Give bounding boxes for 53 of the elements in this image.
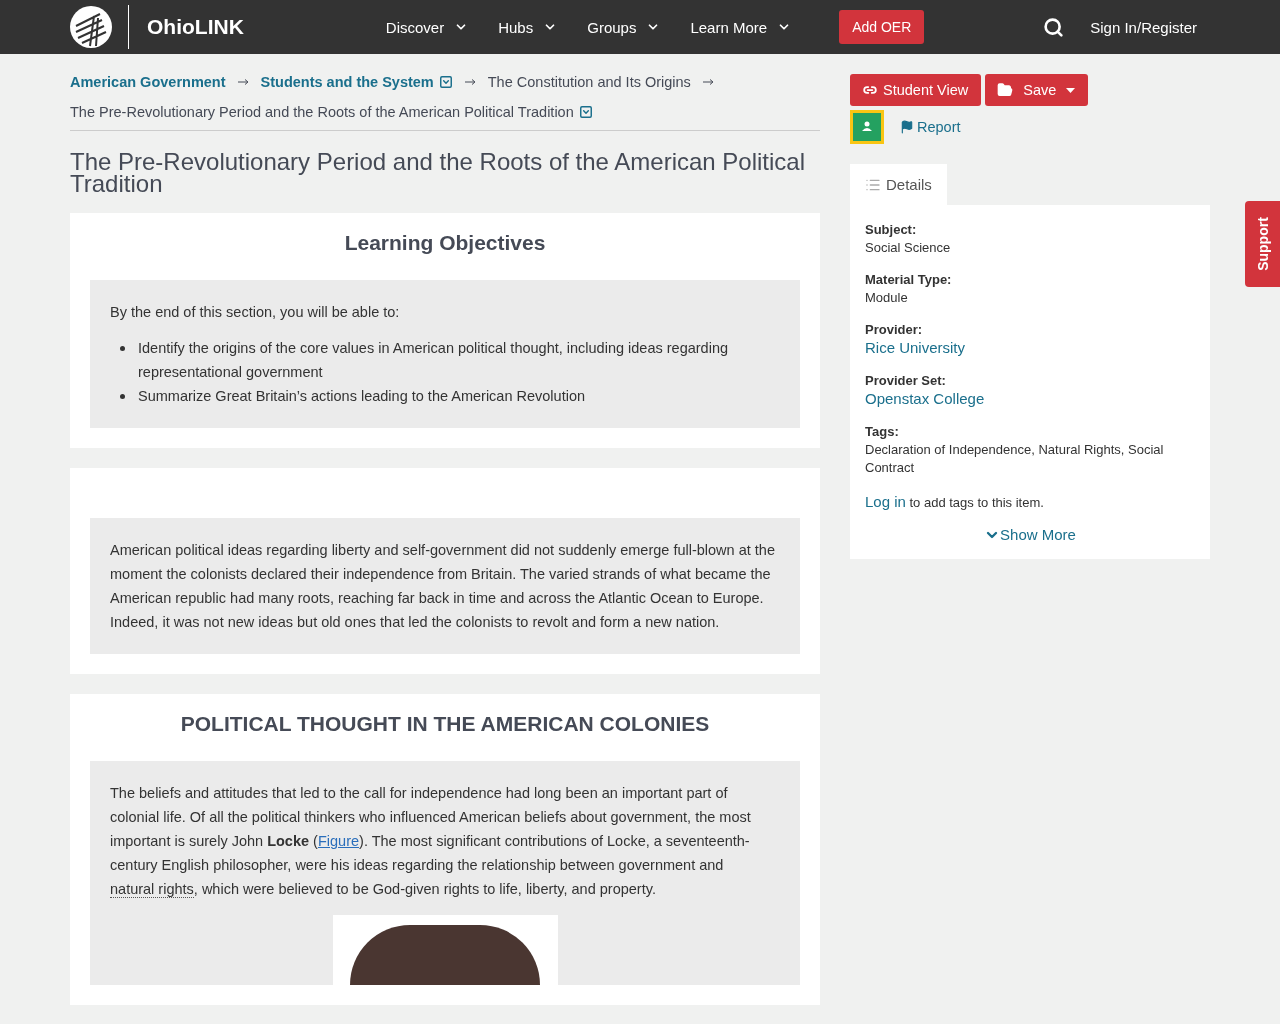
intro-text: By the end of this section, you will be able to: xyxy=(110,303,401,322)
bullet-icon xyxy=(120,346,125,351)
brand-name[interactable]: OhioLINK xyxy=(128,5,244,49)
login-link[interactable]: Log in xyxy=(865,493,906,510)
folder-icon xyxy=(997,82,1014,98)
field-link[interactable]: Openstax College xyxy=(865,390,985,407)
bullet-icon xyxy=(120,394,125,399)
breadcrumb-link[interactable]: American Government xyxy=(70,74,226,90)
student-view-button[interactable]: Student View xyxy=(850,74,982,106)
dropdown-icon[interactable] xyxy=(438,75,453,89)
sign-in-link[interactable]: Sign In/Register xyxy=(1090,18,1197,36)
save-button[interactable]: Save xyxy=(985,74,1089,106)
field-label: Provider Set: xyxy=(865,372,947,390)
field-link[interactable]: Rice University xyxy=(865,339,966,356)
breadcrumb-current[interactable]: The Pre-Revolutionary Period and the Roots of the American Political Tradition xyxy=(70,104,593,120)
show-more-link[interactable]: Show More xyxy=(865,526,1195,543)
add-oer-button[interactable]: Add OER xyxy=(839,10,925,44)
field-value: Declaration of Independence, Natural Rights, Social Contract xyxy=(865,441,1165,477)
nav-menu-item[interactable]: Learn More xyxy=(690,18,792,36)
classroom-icon[interactable] xyxy=(850,110,884,144)
paragraph: American political ideas regarding liberty and self-government did not suddenly emerge full-blown at the moment the colonists declared their independence from Britain. The varied strands of what became the American republic had many roots, reaching far back in time and across the Atlantic Ocean to Europe. Indeed, it was not new ideas but old ones that led the colonists to revolt and form a new nation. xyxy=(110,541,776,632)
flag-icon xyxy=(900,120,914,134)
support-tab[interactable]: Support xyxy=(1245,201,1280,287)
search-button[interactable] xyxy=(1043,16,1065,38)
breadcrumb-link[interactable]: Students and the System xyxy=(260,74,453,90)
details-tab[interactable]: Details xyxy=(850,164,947,205)
login-hint: to add tags to this item. xyxy=(909,495,1044,510)
card-heading: Learning Objectives xyxy=(343,231,547,255)
dropdown-icon[interactable] xyxy=(578,105,593,119)
arrow-icon xyxy=(702,79,714,85)
objective-item: Summarize Great Britain’s actions leading to the American Revolution xyxy=(138,387,586,406)
field-value: Module xyxy=(865,289,909,307)
nav-menu-item[interactable]: Groups xyxy=(587,18,661,36)
arrow-icon xyxy=(237,79,249,85)
report-link[interactable]: Report xyxy=(900,119,961,135)
glossary-term[interactable]: natural rights xyxy=(110,881,194,898)
link-icon xyxy=(863,83,877,97)
field-label: Provider: xyxy=(865,321,924,339)
page-title: The Pre-Revolutionary Period and the Roots of the American Political Tradition xyxy=(70,151,807,195)
field-label: Tags: xyxy=(865,423,900,441)
nav-menu-item[interactable]: Hubs xyxy=(498,18,558,36)
breadcrumb-current[interactable]: The Constitution and Its Origins xyxy=(487,74,691,90)
field-value: Social Science xyxy=(865,239,952,257)
field-label: Subject: xyxy=(865,221,918,239)
section-heading: POLITICAL THOUGHT IN THE AMERICAN COLONIES xyxy=(179,712,711,736)
figure-link[interactable]: Figure xyxy=(317,833,360,849)
paragraph: The beliefs and attitudes that led to the call for independence had long been an important part of colonial life. Of all the political thinkers who influenced American beliefs about government, the most important is surely John Locke (Figure). The most significant contributions of Locke, a seventeenth-century English philosopher, were his ideas regarding the relationship between government and natural rights, which were believed to be God-given rights to life, liberty, and property. xyxy=(110,784,752,900)
nav-menu-item[interactable]: Discover xyxy=(385,18,469,36)
objective-item: Identify the origins of the core values in American political thought, including ideas regarding representational government xyxy=(138,339,730,382)
arrow-icon xyxy=(464,79,476,85)
logo-icon xyxy=(70,6,112,48)
field-label: Material Type: xyxy=(865,271,953,289)
caret-icon xyxy=(1066,87,1076,93)
